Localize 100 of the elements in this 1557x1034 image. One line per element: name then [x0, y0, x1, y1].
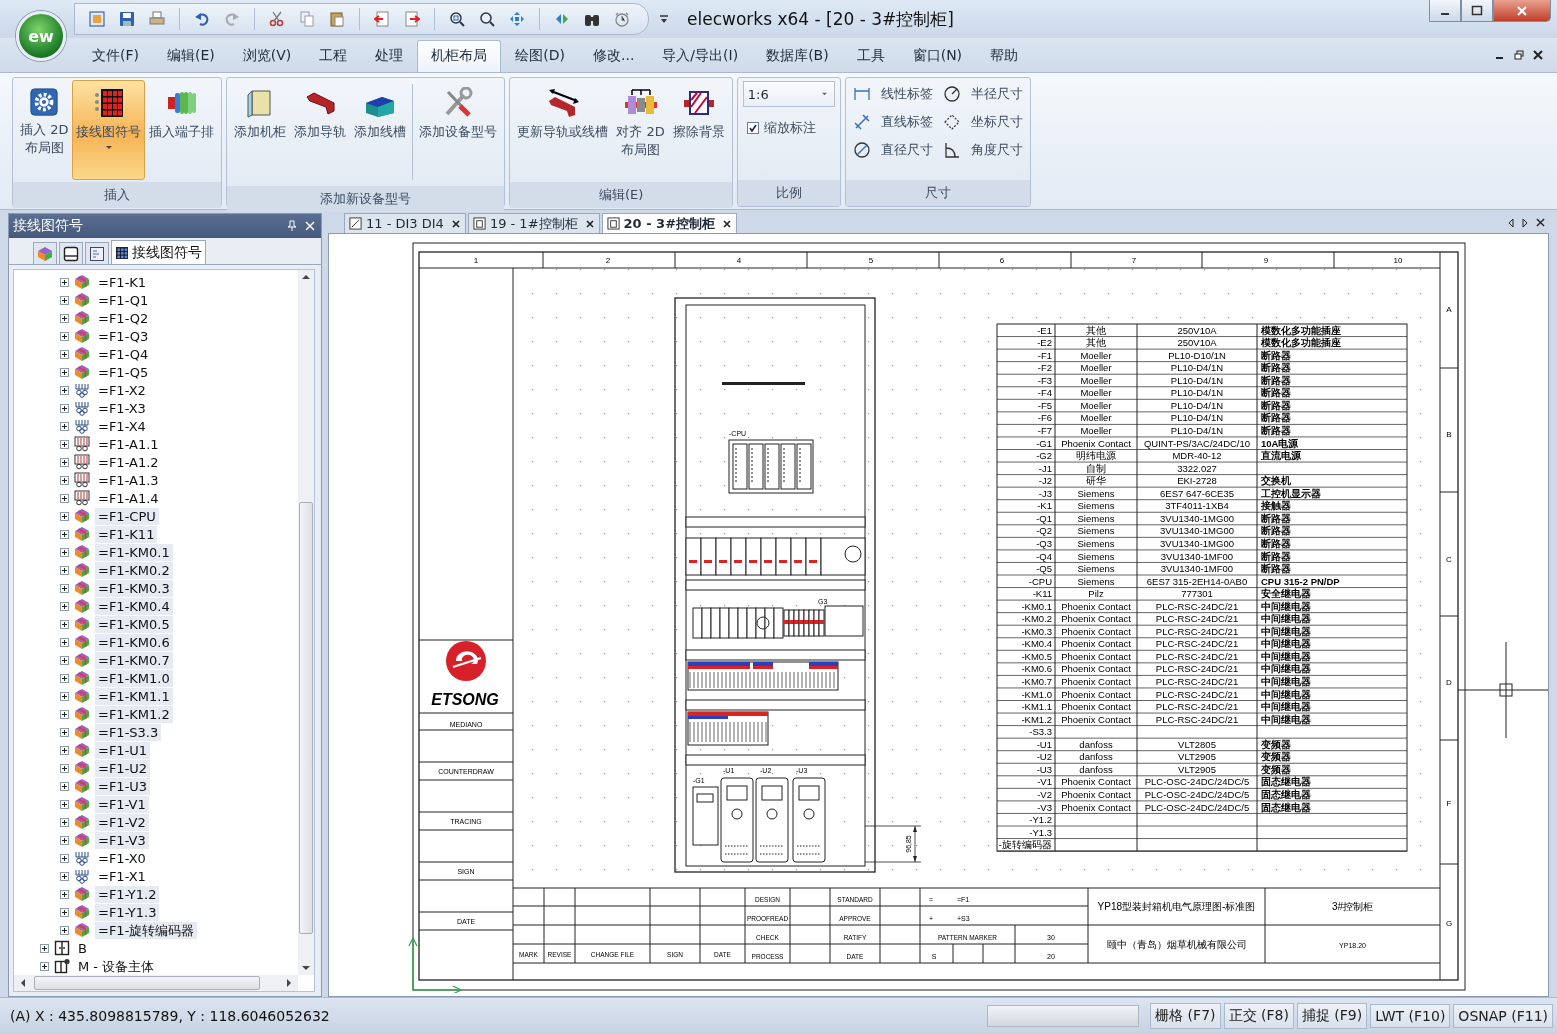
document-tab[interactable]: 20 - 3#控制柜	[601, 213, 738, 233]
cut-icon[interactable]	[269, 11, 285, 27]
ribbon-button[interactable]: 对齐 2D 布局图	[612, 80, 669, 180]
expand-toggle[interactable]	[60, 727, 69, 737]
scroll-down-icon[interactable]	[301, 965, 311, 971]
dimension-tool-button[interactable]: 线性标签	[848, 83, 937, 105]
export-icon[interactable]	[404, 11, 420, 27]
tree-item[interactable]: =F1-X2	[95, 381, 149, 399]
dimension-tool-button[interactable]: 直径尺寸	[848, 139, 937, 161]
tree-item[interactable]: =F1-A1.1	[95, 435, 162, 453]
expand-toggle[interactable]	[60, 331, 69, 341]
menu-tab[interactable]: 工具	[842, 40, 899, 72]
dimension-tool-button[interactable]: 坐标尺寸	[938, 111, 1027, 133]
tree-item[interactable]: =F1-U1	[95, 741, 151, 759]
tree-item[interactable]: =F1-KM0.7	[95, 651, 173, 669]
expand-toggle[interactable]	[60, 313, 69, 323]
expand-toggle[interactable]	[60, 745, 69, 755]
expand-toggle[interactable]	[60, 349, 69, 359]
status-toggle-button[interactable]: 正交 (F8)	[1223, 1003, 1294, 1029]
tree-item[interactable]: =F1-KM0.2	[95, 561, 173, 579]
tree-item[interactable]: =F1-KM0.1	[95, 543, 173, 561]
status-toggle-button[interactable]: LWT (F10)	[1370, 1004, 1451, 1028]
tree-item[interactable]: B	[75, 939, 90, 957]
panel-tab[interactable]: 接线图符号	[111, 240, 206, 264]
pan-icon[interactable]	[509, 11, 525, 27]
menu-tab[interactable]: 机柜布局	[417, 40, 502, 72]
arrow-icon[interactable]	[554, 11, 570, 27]
tree-item[interactable]: =F1-X4	[95, 417, 149, 435]
expand-toggle[interactable]	[60, 925, 69, 935]
expand-toggle[interactable]	[60, 439, 69, 449]
menu-tab[interactable]: 导入/导出(I)	[648, 40, 753, 72]
tree-item[interactable]: =F1-X0	[95, 849, 149, 867]
dimension-tool-button[interactable]: 角度尺寸	[938, 139, 1027, 161]
status-toggle-button[interactable]: 捕捉 (F9)	[1296, 1003, 1368, 1029]
tree-item[interactable]: =F1-Q2	[95, 309, 152, 327]
ribbon-button[interactable]: 添加导轨	[290, 80, 351, 180]
dimension-tool-button[interactable]: 直线标签	[848, 111, 937, 133]
pin-icon[interactable]	[287, 220, 297, 232]
scroll-right-icon[interactable]	[1522, 218, 1528, 228]
dimension-tool-button[interactable]: 半径尺寸	[938, 83, 1027, 105]
tree-item[interactable]: =F1-V3	[95, 831, 149, 849]
horizontal-scrollbar[interactable]	[14, 975, 298, 991]
expand-toggle[interactable]	[60, 655, 69, 665]
drawing-canvas[interactable]	[328, 233, 1549, 997]
expand-toggle[interactable]	[60, 493, 69, 503]
print-icon[interactable]	[149, 11, 165, 27]
tree-item[interactable]: =F1-V2	[95, 813, 149, 831]
tree-item[interactable]: =F1-KM0.4	[95, 597, 173, 615]
close-icon[interactable]	[451, 219, 460, 228]
tree-item[interactable]: =F1-V1	[95, 795, 149, 813]
expand-toggle[interactable]	[60, 709, 69, 719]
maximize-button[interactable]	[1461, 0, 1493, 22]
menu-tab[interactable]: 帮助	[976, 40, 1033, 72]
expand-toggle[interactable]	[40, 961, 49, 971]
ribbon-button[interactable]: 添加机柜	[230, 80, 291, 180]
paste-icon[interactable]	[329, 11, 345, 27]
expand-toggle[interactable]	[60, 367, 69, 377]
tree-item[interactable]: =F1-旋转编码器	[95, 921, 198, 939]
menu-tab[interactable]: 浏览(V)	[228, 40, 306, 72]
panel-tab[interactable]	[85, 242, 109, 264]
expand-toggle[interactable]	[60, 817, 69, 827]
tree-item[interactable]: =F1-KM0.6	[95, 633, 173, 651]
expand-toggle[interactable]	[60, 385, 69, 395]
expand-toggle[interactable]	[60, 781, 69, 791]
expand-toggle[interactable]	[40, 943, 49, 953]
tree-item[interactable]: =F1-U3	[95, 777, 151, 795]
expand-toggle[interactable]	[60, 763, 69, 773]
expand-toggle[interactable]	[60, 835, 69, 845]
import-icon[interactable]	[374, 11, 390, 27]
save-icon[interactable]	[119, 11, 135, 27]
customize-dropdown-icon[interactable]	[659, 14, 669, 24]
expand-toggle[interactable]	[60, 889, 69, 899]
expand-toggle[interactable]	[60, 529, 69, 539]
menu-tab[interactable]: 编辑(E)	[153, 40, 229, 72]
close-button[interactable]	[1493, 0, 1551, 22]
expand-toggle[interactable]	[60, 277, 69, 287]
panel-tab[interactable]	[59, 242, 83, 264]
expand-toggle[interactable]	[60, 691, 69, 701]
close-icon[interactable]	[585, 219, 594, 228]
ribbon-button[interactable]: 更新导轨或线槽	[513, 80, 613, 180]
ribbon-button[interactable]: 插入端子排	[145, 80, 219, 180]
zoom-window-icon[interactable]	[449, 11, 465, 27]
menu-tab[interactable]: 工程	[305, 40, 362, 72]
tree-item[interactable]: =F1-Q4	[95, 345, 152, 363]
tree-item[interactable]: =F1-Q5	[95, 363, 152, 381]
tree-item[interactable]: =F1-KM1.0	[95, 669, 173, 687]
expand-toggle[interactable]	[60, 637, 69, 647]
tree-item[interactable]: =F1-X1	[95, 867, 149, 885]
tree-item[interactable]: M - 设备主体	[75, 957, 158, 975]
menu-tab[interactable]: 修改...	[579, 40, 649, 72]
ribbon-button[interactable]: 添加设备型号	[415, 80, 502, 180]
tree-item[interactable]: =F1-U2	[95, 759, 151, 777]
close-icon[interactable]	[1533, 50, 1543, 60]
document-tab[interactable]: 11 - DI3 DI4	[344, 213, 466, 233]
menu-tab[interactable]: 文件(F)	[78, 40, 153, 72]
close-icon[interactable]	[1536, 218, 1545, 227]
clock-icon[interactable]	[614, 11, 630, 27]
tree-item[interactable]: =F1-KM1.2	[95, 705, 173, 723]
tree-item[interactable]: =F1-K1	[95, 273, 150, 291]
ribbon-button[interactable]: 擦除背景	[668, 80, 729, 180]
